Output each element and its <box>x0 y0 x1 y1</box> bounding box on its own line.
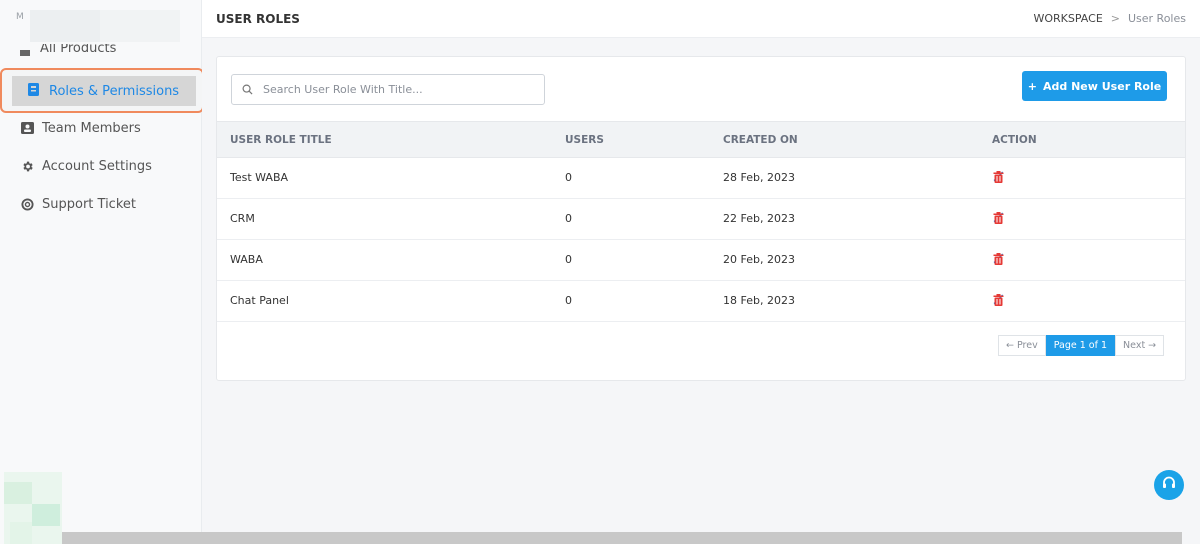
role-title: CRM <box>230 212 255 225</box>
lifebuoy-icon <box>20 197 34 211</box>
prev-page-button[interactable]: ← Prev <box>998 335 1046 356</box>
table-row: Test WABA 0 28 Feb, 2023 <box>217 158 1185 199</box>
role-title: Test WABA <box>230 171 289 184</box>
sidebar-item-label: Roles & Permissions <box>49 83 180 99</box>
column-header-created: CREATED ON <box>723 134 798 146</box>
column-header-users: USERS <box>565 134 604 146</box>
sidebar-item-account-settings[interactable]: Account Settings <box>20 156 152 176</box>
table-row: WABA 0 20 Feb, 2023 <box>217 240 1185 281</box>
sidebar-active-highlight: Roles & Permissions <box>0 68 204 113</box>
blurred-thumbnail <box>4 472 62 544</box>
role-created: 28 Feb, 2023 <box>723 171 795 184</box>
breadcrumb: WORKSPACE > User Roles <box>1034 12 1187 25</box>
add-user-role-label: Add New User Role <box>1043 79 1162 93</box>
table-row: CRM 0 22 Feb, 2023 <box>217 199 1185 240</box>
role-created: 18 Feb, 2023 <box>723 294 795 307</box>
search-input[interactable] <box>263 83 533 96</box>
sidebar-item-label: Support Ticket <box>42 196 136 212</box>
horizontal-scrollbar[interactable] <box>62 532 1182 544</box>
role-title: WABA <box>230 253 263 266</box>
page-title: USER ROLES <box>216 12 300 26</box>
breadcrumb-current: User Roles <box>1127 12 1186 25</box>
sidebar: M All Products Roles & Permissions Team … <box>0 0 204 544</box>
role-users: 0 <box>565 212 572 225</box>
role-title: Chat Panel <box>230 294 289 307</box>
search-icon <box>242 80 253 99</box>
headset-icon <box>1161 475 1177 495</box>
column-header-action: ACTION <box>992 134 1037 146</box>
contact-book-icon <box>20 121 34 135</box>
table-header: USER ROLE TITLE USERS CREATED ON ACTION <box>217 121 1185 158</box>
blurred-logo-area <box>30 10 100 42</box>
breadcrumb-root[interactable]: WORKSPACE <box>1034 12 1103 25</box>
role-users: 0 <box>565 253 572 266</box>
support-chat-button[interactable] <box>1154 470 1184 500</box>
sidebar-top-label: M <box>16 12 24 22</box>
page-header: USER ROLES WORKSPACE > User Roles <box>202 0 1200 38</box>
grid-icon <box>20 50 30 56</box>
next-page-button[interactable]: Next → <box>1115 335 1165 356</box>
plus-icon: + <box>1027 79 1037 93</box>
pagination: ← Prev Page 1 of 1 Next → <box>998 335 1165 356</box>
column-header-title: USER ROLE TITLE <box>230 134 332 146</box>
delete-icon[interactable] <box>993 253 1004 265</box>
gear-icon <box>20 159 34 173</box>
sidebar-item-team-members[interactable]: Team Members <box>20 118 141 138</box>
delete-icon[interactable] <box>993 294 1004 306</box>
blurred-logo-area-2 <box>100 10 180 42</box>
app-window: M All Products Roles & Permissions Team … <box>0 0 1200 544</box>
breadcrumb-separator: > <box>1110 12 1120 25</box>
role-created: 22 Feb, 2023 <box>723 212 795 225</box>
main-content: USER ROLES WORKSPACE > User Roles + Add … <box>202 0 1200 544</box>
sidebar-item-all-products[interactable]: All Products <box>20 44 116 56</box>
sidebar-item-label: All Products <box>40 44 117 56</box>
role-users: 0 <box>565 294 572 307</box>
user-roles-card: + Add New User Role USER ROLE TITLE USER… <box>216 56 1186 381</box>
sidebar-item-support-ticket[interactable]: Support Ticket <box>20 194 136 214</box>
sidebar-item-label: Team Members <box>42 120 141 136</box>
table-row: Chat Panel 0 18 Feb, 2023 <box>217 281 1185 322</box>
add-user-role-button[interactable]: + Add New User Role <box>1022 71 1167 101</box>
id-badge-icon <box>28 82 39 100</box>
sidebar-item-roles-permissions[interactable]: Roles & Permissions <box>12 76 196 106</box>
delete-icon[interactable] <box>993 171 1004 183</box>
role-created: 20 Feb, 2023 <box>723 253 795 266</box>
role-users: 0 <box>565 171 572 184</box>
search-box[interactable] <box>231 74 545 105</box>
sidebar-item-label: Account Settings <box>42 158 152 174</box>
current-page-indicator: Page 1 of 1 <box>1045 335 1116 356</box>
delete-icon[interactable] <box>993 212 1004 224</box>
